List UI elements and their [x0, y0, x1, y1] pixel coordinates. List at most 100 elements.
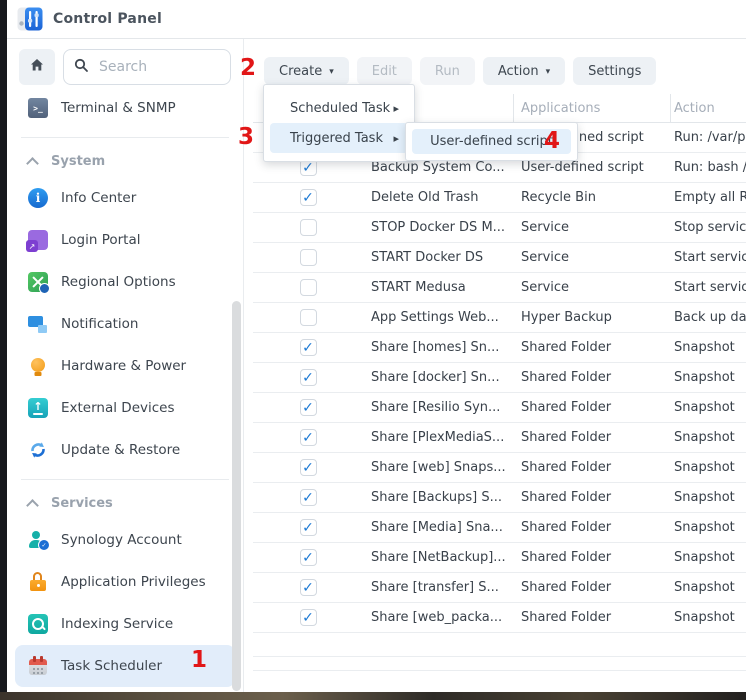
sidebar-item-indexing-service[interactable]: Indexing Service [15, 603, 235, 645]
sidebar-item-label: Regional Options [61, 274, 176, 290]
row-checkbox-cell: ✓ [253, 519, 363, 536]
applications-cell: Shared Folder [514, 460, 671, 475]
action-cell: Start servic [671, 280, 746, 295]
table-row[interactable]: ✓Share [homes] Sn...Shared FolderSnapsho… [253, 333, 746, 363]
row-checkbox-cell: ✓ [253, 609, 363, 626]
row-checkbox-cell: ✓ [253, 579, 363, 596]
sidebar-item-application-privileges[interactable]: Application Privileges [15, 561, 235, 603]
window-title: Control Panel [53, 11, 162, 27]
checkbox-unchecked[interactable] [300, 249, 317, 266]
table-row[interactable]: ✓Share [NetBackup]...Shared FolderSnapsh… [253, 543, 746, 573]
sidebar-item-label: Indexing Service [61, 616, 173, 632]
checkbox-checked[interactable]: ✓ [300, 339, 317, 356]
row-checkbox-cell: ✓ [253, 399, 363, 416]
checkbox-checked[interactable]: ✓ [300, 579, 317, 596]
table-row[interactable]: START Docker DSServiceStart servic [253, 243, 746, 273]
task-name-cell: START Medusa [363, 280, 514, 295]
create-dropdown-menu: Scheduled Task▸Triggered Task▸ [263, 84, 415, 162]
table-row[interactable]: ✓Delete Old TrashRecycle BinEmpty all R [253, 183, 746, 213]
sidebar-item-terminal[interactable]: >_Terminal & SNMP [15, 87, 235, 129]
table-row[interactable]: ✓Share [web] Snaps...Shared FolderSnapsh… [253, 453, 746, 483]
action-cell: Snapshot [671, 610, 746, 625]
table-row[interactable]: ✓Share [PlexMediaS...Shared FolderSnapsh… [253, 423, 746, 453]
header-applications[interactable]: Applications [514, 94, 671, 122]
button-label: Action [498, 64, 539, 79]
create-button[interactable]: Create▾ [264, 57, 349, 85]
checkbox-checked[interactable]: ✓ [300, 399, 317, 416]
checkbox-unchecked[interactable] [300, 279, 317, 296]
search-box[interactable] [63, 49, 231, 85]
info-center-icon: i [28, 188, 48, 208]
table-row[interactable]: ✓Share [Resilio Syn...Shared FolderSnaps… [253, 393, 746, 423]
sidebar-item-label: Synology Account [61, 532, 182, 548]
checkbox-checked[interactable]: ✓ [300, 519, 317, 536]
button-label: Edit [372, 64, 397, 79]
table-row[interactable]: ✓Share [web_packa...Shared FolderSnapsho… [253, 603, 746, 633]
checkbox-checked[interactable]: ✓ [300, 459, 317, 476]
table-row[interactable]: App Settings Web...Hyper BackupBack up d… [253, 303, 746, 333]
task-name-cell: Share [web] Snaps... [363, 460, 514, 475]
table-row[interactable]: START MedusaServiceStart servic [253, 273, 746, 303]
sidebar-item-login-portal[interactable]: ↗Login Portal [15, 219, 235, 261]
checkbox-checked[interactable]: ✓ [300, 429, 317, 446]
applications-cell: Shared Folder [514, 580, 671, 595]
sidebar-divider [7, 129, 243, 145]
table-row[interactable]: ✓Share [docker] Sn...Shared FolderSnapsh… [253, 363, 746, 393]
home-button[interactable] [19, 49, 55, 85]
action-cell: Snapshot [671, 430, 746, 445]
sidebar-item-external-devices[interactable]: ↑ External Devices [15, 387, 235, 429]
checkbox-checked[interactable]: ✓ [300, 549, 317, 566]
sidebar-section-system[interactable]: System [7, 145, 243, 177]
table-row[interactable]: STOP Docker DS M...ServiceStop servic [253, 213, 746, 243]
update-restore-icon [28, 440, 48, 460]
applications-cell: Service [514, 280, 671, 295]
sidebar-item-notification[interactable]: Notification [15, 303, 235, 345]
sidebar-item-hardware-power[interactable]: Hardware & Power [15, 345, 235, 387]
sidebar-divider [7, 471, 243, 487]
table-row[interactable]: ✓Share [Media] Sna...Shared FolderSnapsh… [253, 513, 746, 543]
checkbox-checked[interactable]: ✓ [300, 609, 317, 626]
action-cell: Run: bash / [671, 160, 746, 175]
checkbox-checked[interactable]: ✓ [300, 189, 317, 206]
applications-cell: Hyper Backup [514, 310, 671, 325]
row-checkbox-cell [253, 219, 363, 236]
menu-item-triggered-task[interactable]: Triggered Task▸ [270, 123, 408, 153]
checkbox-checked[interactable]: ✓ [300, 489, 317, 506]
sidebar-item-info-center[interactable]: i Info Center [15, 177, 235, 219]
sidebar-scrollbar[interactable] [232, 301, 241, 691]
row-checkbox-cell: ✓ [253, 459, 363, 476]
sidebar-item-synology-account[interactable]: ✓Synology Account [15, 519, 235, 561]
table-row[interactable]: ✓Share [Backups] S...Shared FolderSnapsh… [253, 483, 746, 513]
row-checkbox-cell: ✓ [253, 549, 363, 566]
button-label: Run [435, 64, 460, 79]
section-label: Services [51, 496, 113, 511]
row-checkbox-cell: ✓ [253, 429, 363, 446]
desktop-wallpaper-strip [0, 692, 746, 700]
external-devices-icon: ↑ [28, 398, 48, 418]
sidebar-item-label: Info Center [61, 190, 136, 206]
annotation-step-4: 4 [544, 130, 560, 153]
sidebar-item-regional-options[interactable]: Regional Options [15, 261, 235, 303]
header-action[interactable]: Action [671, 101, 746, 116]
sidebar-item-label: Task Scheduler [61, 658, 162, 674]
row-checkbox-cell: ✓ [253, 369, 363, 386]
applications-cell: Service [514, 220, 671, 235]
action-button[interactable]: Action▾ [483, 57, 565, 85]
search-input[interactable] [97, 58, 220, 76]
sidebar-item-label: Hardware & Power [61, 358, 186, 374]
sidebar-item-label: External Devices [61, 400, 175, 416]
menu-item-scheduled-task[interactable]: Scheduled Task▸ [270, 93, 408, 123]
sidebar-item-update-restore[interactable]: Update & Restore [15, 429, 235, 471]
chevron-up-icon [26, 157, 39, 170]
checkbox-checked[interactable]: ✓ [300, 369, 317, 386]
table-row[interactable]: ✓Share [transfer] S...Shared FolderSnaps… [253, 573, 746, 603]
applications-cell: Shared Folder [514, 340, 671, 355]
sidebar-nav: >_Terminal & SNMP System i Info Center ↗Logi… [7, 87, 243, 687]
sidebar-section-services[interactable]: Services [7, 487, 243, 519]
titlebar: Control Panel [7, 0, 746, 39]
checkbox-unchecked[interactable] [300, 219, 317, 236]
checkbox-unchecked[interactable] [300, 309, 317, 326]
applications-cell: Service [514, 250, 671, 265]
settings-button[interactable]: Settings [573, 57, 656, 85]
sidebar-item-label: Login Portal [61, 232, 141, 248]
